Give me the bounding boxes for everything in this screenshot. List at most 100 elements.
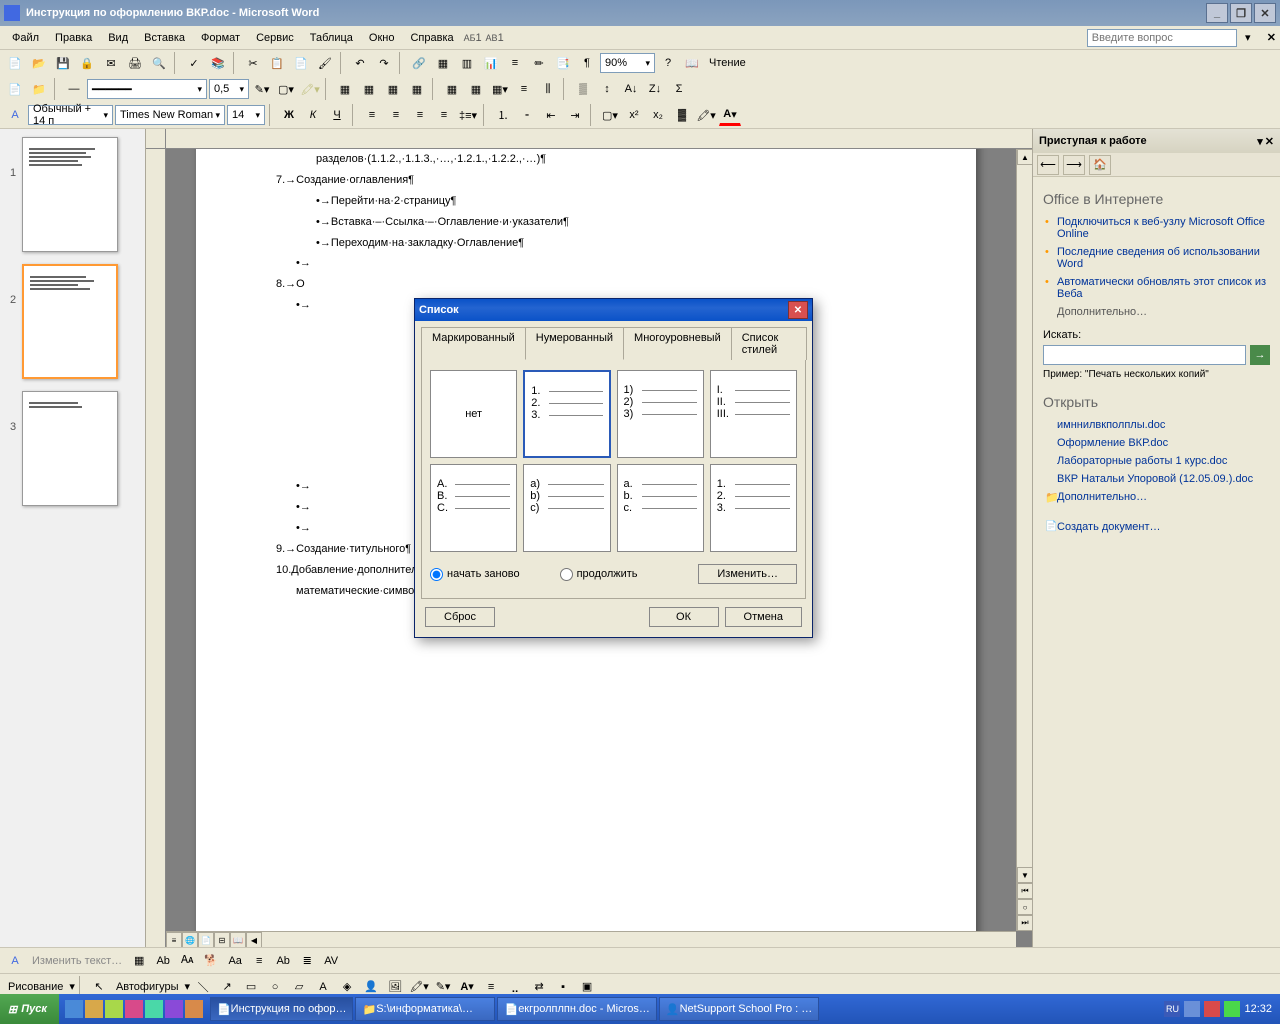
autosum-icon[interactable]: Σ xyxy=(668,78,690,100)
docmap-icon[interactable]: 📑 xyxy=(552,52,574,74)
wa1-icon[interactable]: ▦ xyxy=(128,950,150,972)
list-option-roman[interactable] xyxy=(710,370,797,458)
tray-net-icon[interactable] xyxy=(1224,1001,1240,1017)
thumbnail-pane[interactable]: 1 2 3 xyxy=(0,129,146,947)
sort-asc-icon[interactable]: A↓ xyxy=(620,78,642,100)
radio-restart[interactable]: начать заново xyxy=(430,568,520,581)
copy-icon[interactable]: 📋 xyxy=(266,52,288,74)
line-style-icon[interactable]: — xyxy=(63,78,85,100)
size-combo[interactable]: 14 xyxy=(227,105,265,125)
wa3-icon[interactable]: 🗛 xyxy=(176,950,198,972)
align-right-icon[interactable]: ≡ xyxy=(409,104,431,126)
italic-icon[interactable]: К xyxy=(302,104,324,126)
thumbnail-page-1[interactable] xyxy=(22,137,118,252)
help-search-input[interactable] xyxy=(1087,29,1237,47)
line-weight-combo[interactable]: ━━━━━━ xyxy=(87,79,207,99)
line-spacing-combo[interactable]: 0,5 xyxy=(209,79,249,99)
border-icon[interactable]: ▢▾ xyxy=(275,78,297,100)
reset-button[interactable]: Сброс xyxy=(425,607,495,627)
minimize-button[interactable]: _ xyxy=(1206,3,1228,23)
taskbar-app-word[interactable]: 📄 Инструкция по офор… xyxy=(210,997,354,1021)
cell-1-icon[interactable]: ▦ xyxy=(334,78,356,100)
task-back-icon[interactable]: ⟵ xyxy=(1037,155,1059,175)
ql-4-icon[interactable] xyxy=(125,1000,143,1018)
numbering-icon[interactable]: ⒈ xyxy=(492,104,514,126)
scroll-left-icon[interactable]: ◀ xyxy=(246,932,262,947)
font-combo[interactable]: Times New Roman xyxy=(115,105,225,125)
wa5-icon[interactable]: Aa xyxy=(224,950,246,972)
excel-icon[interactable]: 📊 xyxy=(480,52,502,74)
style-combo[interactable]: Обычный + 14 п xyxy=(28,105,113,125)
cell-3-icon[interactable]: ▦ xyxy=(382,78,404,100)
justify-icon[interactable]: ≡ xyxy=(433,104,455,126)
wordart-icon[interactable]: A xyxy=(4,950,26,972)
wa8-icon[interactable]: ≣ xyxy=(296,950,318,972)
autoshapes-label[interactable]: Автофигуры xyxy=(112,981,183,993)
new-icon[interactable]: 📄 xyxy=(4,52,26,74)
abc2-icon[interactable]: АВ1 xyxy=(484,27,506,49)
columns-icon[interactable]: ≡ xyxy=(504,52,526,74)
preview-icon[interactable]: 🔍 xyxy=(148,52,170,74)
recent-file-3[interactable]: Лабораторные работы 1 курс.doc xyxy=(1043,452,1270,470)
horizontal-scrollbar[interactable]: ≡ 🌐 📄 ⊟ 📖 ◀ xyxy=(166,931,1016,947)
recent-file-1[interactable]: имннилвкполплы.doc xyxy=(1043,416,1270,434)
cut-icon[interactable]: ✂ xyxy=(242,52,264,74)
wa2-icon[interactable]: Ab xyxy=(152,950,174,972)
align-left-icon[interactable]: ≡ xyxy=(361,104,383,126)
thumbnail-page-2[interactable] xyxy=(22,264,118,379)
task-pane-dropdown-icon[interactable]: ▾ xyxy=(1257,135,1263,148)
list-option-ABC[interactable] xyxy=(430,464,517,552)
ql-6-icon[interactable] xyxy=(165,1000,183,1018)
tray-lang-icon[interactable]: RU xyxy=(1164,1001,1180,1017)
ruler-horizontal[interactable] xyxy=(146,129,1032,149)
taskbar-app-netsupport[interactable]: 👤 NetSupport School Pro : … xyxy=(659,997,819,1021)
link-connect-office[interactable]: Подключиться к веб-узлу Microsoft Office… xyxy=(1043,213,1270,243)
ql-ie-icon[interactable] xyxy=(65,1000,83,1018)
task-pane-close-icon[interactable]: ✕ xyxy=(1265,135,1274,148)
modify-text-label[interactable]: Изменить текст… xyxy=(28,955,126,967)
ql-mail-icon[interactable] xyxy=(85,1000,103,1018)
spelling-icon[interactable]: ✓ xyxy=(183,52,205,74)
cell-4-icon[interactable]: ▦ xyxy=(406,78,428,100)
format-painter-icon[interactable]: 🖌 xyxy=(314,52,336,74)
redo-icon[interactable]: ↷ xyxy=(373,52,395,74)
link-latest-word[interactable]: Последние сведения об использовании Word xyxy=(1043,243,1270,273)
tray-clock[interactable]: 12:32 xyxy=(1244,1003,1272,1015)
dist-rows-icon[interactable]: ≡ xyxy=(513,78,535,100)
underline-icon[interactable]: Ч xyxy=(326,104,348,126)
menu-view[interactable]: Вид xyxy=(100,29,136,47)
char-shading-icon[interactable]: ▓ xyxy=(671,104,693,126)
indent-icon[interactable]: ⇥ xyxy=(564,104,586,126)
menu-file[interactable]: Файл xyxy=(4,29,47,47)
restore-button[interactable]: ❐ xyxy=(1230,3,1252,23)
zoom-combo[interactable]: 90% xyxy=(600,53,655,73)
recent-file-4[interactable]: ВКР Натальи Упоровой (12.05.09.).doc xyxy=(1043,470,1270,488)
ql-desktop-icon[interactable] xyxy=(105,1000,123,1018)
paste-icon[interactable]: 📄 xyxy=(290,52,312,74)
superscript-icon[interactable]: x² xyxy=(623,104,645,126)
wa6-icon[interactable]: ≡ xyxy=(248,950,270,972)
view-print-icon[interactable]: 📄 xyxy=(198,932,214,947)
menu-format[interactable]: Формат xyxy=(193,29,248,47)
undo-icon[interactable]: ↶ xyxy=(349,52,371,74)
view-normal-icon[interactable]: ≡ xyxy=(166,932,182,947)
browse-next-icon[interactable]: ⏭ xyxy=(1017,915,1032,931)
thumbnail-page-3[interactable] xyxy=(22,391,118,506)
drawing-label[interactable]: Рисование xyxy=(4,981,67,993)
print-icon[interactable]: 🖨 xyxy=(124,52,146,74)
highlight-icon[interactable]: 🖍▾ xyxy=(695,104,717,126)
tray-vol-icon[interactable] xyxy=(1184,1001,1200,1017)
scroll-up-icon[interactable]: ▲ xyxy=(1017,149,1032,165)
ql-7-icon[interactable] xyxy=(185,1000,203,1018)
browse-obj-icon[interactable]: ○ xyxy=(1017,899,1032,915)
outdent-icon[interactable]: ⇤ xyxy=(540,104,562,126)
tab-multilevel[interactable]: Многоуровневый xyxy=(623,327,732,360)
taskbar-app-doc2[interactable]: 📄 екгролплпн.doc - Micros… xyxy=(497,997,656,1021)
wa4-icon[interactable]: 🐕 xyxy=(200,950,222,972)
reading-label[interactable]: Чтение xyxy=(705,57,750,69)
bold-icon[interactable]: Ж xyxy=(278,104,300,126)
cancel-button[interactable]: Отмена xyxy=(725,607,802,627)
modify-button[interactable]: Изменить… xyxy=(698,564,797,584)
list-option-123-paren[interactable] xyxy=(617,370,704,458)
bullets-icon[interactable]: ⁃ xyxy=(516,104,538,126)
